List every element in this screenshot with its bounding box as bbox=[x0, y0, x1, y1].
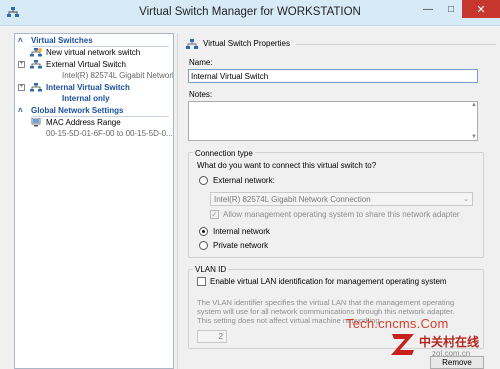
new-switch-icon bbox=[30, 48, 42, 57]
connection-type-title: Connection type bbox=[193, 149, 255, 158]
vlan-enable-checkbox[interactable] bbox=[197, 277, 206, 286]
switch-navigation-pane: ˄ Virtual Switches New virtual network s… bbox=[14, 33, 174, 369]
properties-header: Virtual Switch Properties bbox=[186, 38, 496, 50]
tree-item-label: MAC Address Range bbox=[46, 118, 121, 127]
mac-address-icon bbox=[31, 118, 41, 127]
tree-item-label: New virtual network switch bbox=[46, 48, 141, 57]
tree-item-label-selected: Internal Virtual Switch bbox=[46, 83, 130, 92]
vlan-enable-label: Enable virtual LAN identification for ma… bbox=[210, 277, 447, 286]
internal-network-radio[interactable] bbox=[199, 227, 208, 236]
divider bbox=[31, 116, 169, 117]
section-label: Global Network Settings bbox=[31, 106, 124, 115]
chevron-down-icon: ⌄ bbox=[463, 196, 469, 203]
network-adapter-dropdown[interactable]: Intel(R) 82574L Gigabit Network Connecti… bbox=[210, 192, 473, 206]
external-network-label: External network: bbox=[213, 176, 275, 185]
vlan-id-input[interactable]: 2 bbox=[197, 330, 227, 343]
external-network-radio[interactable] bbox=[199, 176, 208, 185]
divider bbox=[31, 46, 169, 47]
switch-name-input[interactable] bbox=[188, 69, 478, 83]
collapse-chevron-icon[interactable]: ˄ bbox=[18, 106, 23, 115]
divider bbox=[296, 44, 496, 45]
tree-item-subtext-selected: Internal only bbox=[62, 94, 110, 103]
properties-title: Virtual Switch Properties bbox=[203, 39, 290, 48]
tree-item-subtext: 00-15-5D-01-6F-00 to 00-15-5D-0... bbox=[46, 129, 173, 138]
properties-pane: Virtual Switch Properties Name: Notes: ▲… bbox=[177, 33, 500, 369]
connection-question: What do you want to connect this virtual… bbox=[197, 161, 377, 170]
zol-logo-icon bbox=[391, 334, 414, 355]
watermark-url: zol.com.cn bbox=[432, 349, 471, 358]
tree-item-mac-address-range[interactable]: MAC Address Range bbox=[15, 118, 173, 128]
tree-item-internal-switch[interactable]: + Internal Virtual Switch bbox=[15, 83, 173, 93]
scroll-up-icon[interactable]: ▲ bbox=[471, 102, 477, 108]
expand-plus-icon[interactable]: + bbox=[18, 61, 25, 68]
tree-item-subtext: Intel(R) 82574L Gigabit Network C... bbox=[62, 71, 174, 80]
title-bar: Virtual Switch Manager for WORKSTATION —… bbox=[0, 0, 500, 26]
watermark-cn-text: 中关村在线 bbox=[419, 335, 480, 349]
notes-scrollbar[interactable]: ▲ ▼ bbox=[471, 102, 477, 140]
adapter-value: Intel(R) 82574L Gigabit Network Connecti… bbox=[214, 195, 371, 204]
tree-item-new-switch[interactable]: New virtual network switch bbox=[15, 48, 173, 58]
allow-management-label: Allow management operating system to sha… bbox=[223, 210, 460, 219]
close-button[interactable]: ✕ bbox=[462, 0, 500, 18]
tree-item-label: External Virtual Switch bbox=[46, 60, 126, 69]
vlan-title: VLAN ID bbox=[193, 265, 229, 274]
minimize-button[interactable]: — bbox=[417, 0, 439, 18]
scroll-down-icon[interactable]: ▼ bbox=[471, 134, 477, 140]
section-label: Virtual Switches bbox=[31, 36, 93, 45]
notes-textarea[interactable] bbox=[188, 101, 478, 141]
notes-label: Notes: bbox=[189, 90, 213, 99]
section-virtual-switches[interactable]: ˄ Virtual Switches bbox=[15, 36, 173, 47]
private-network-radio[interactable] bbox=[199, 241, 208, 250]
name-label: Name: bbox=[189, 58, 213, 67]
network-switch-icon bbox=[30, 83, 42, 92]
network-switch-icon bbox=[186, 39, 198, 49]
internal-network-label: Internal network bbox=[213, 227, 270, 236]
expand-plus-icon[interactable]: + bbox=[18, 84, 25, 91]
network-switch-icon bbox=[30, 60, 42, 69]
allow-management-checkbox[interactable]: ✓ bbox=[210, 210, 219, 219]
private-network-label: Private network bbox=[213, 241, 269, 250]
tree-item-external-switch[interactable]: + External Virtual Switch bbox=[15, 60, 173, 70]
section-global-network-settings[interactable]: ˄ Global Network Settings bbox=[15, 106, 173, 117]
collapse-chevron-icon[interactable]: ˄ bbox=[18, 36, 23, 45]
watermark-text: Tech.cncms.Com bbox=[346, 316, 449, 331]
maximize-button[interactable]: □ bbox=[440, 0, 462, 18]
